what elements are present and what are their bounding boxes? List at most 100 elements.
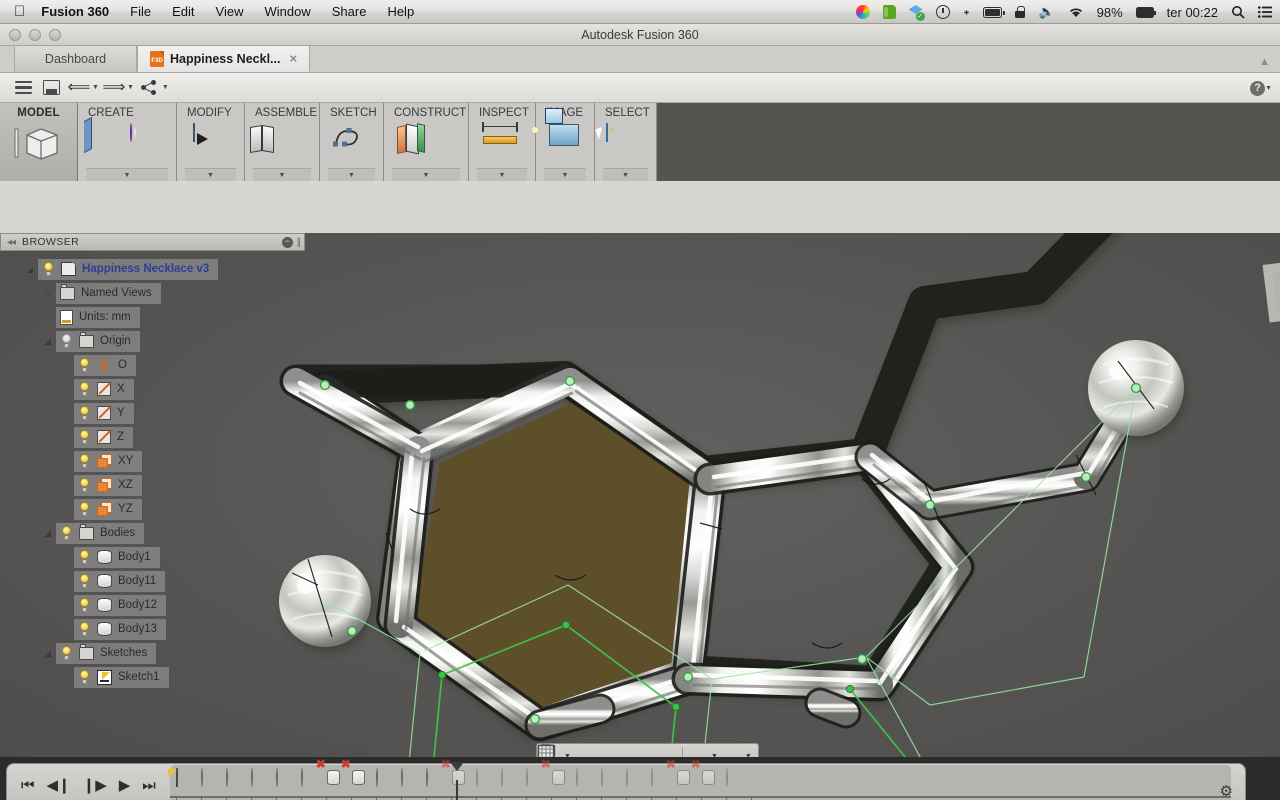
timeline-track[interactable]: ✖ ✖ ✖ ✖ ✖ ✖ xyxy=(169,758,1231,800)
panel-dropdown-image[interactable]: ▼ xyxy=(544,168,586,181)
tree-item-sketches[interactable]: ◢ Sketches xyxy=(0,641,305,665)
timeline-feature-13[interactable] xyxy=(500,768,522,790)
tree-item-pill[interactable]: Body1 xyxy=(74,546,160,568)
press-pull-icon[interactable] xyxy=(191,122,231,164)
tree-item-o[interactable]: O xyxy=(0,353,305,377)
volume-icon[interactable]: 🔈 xyxy=(1038,4,1054,20)
visibility-bulb-icon[interactable] xyxy=(78,502,91,516)
visibility-bulb-icon[interactable] xyxy=(78,430,91,444)
step-forward-icon[interactable]: ❙▶ xyxy=(83,778,107,793)
visibility-bulb-icon[interactable] xyxy=(78,574,91,588)
timeline-feature-2[interactable] xyxy=(225,768,247,790)
notification-center-icon[interactable] xyxy=(1258,6,1272,18)
step-back-icon[interactable]: ◀❙ xyxy=(47,778,71,793)
redo-dropdown-caret[interactable]: ▼ xyxy=(127,84,134,91)
tree-item-xy[interactable]: XY xyxy=(0,449,305,473)
visibility-bulb-icon[interactable] xyxy=(60,646,73,660)
tab-close-icon[interactable]: × xyxy=(289,51,297,66)
panel-dropdown-modify[interactable]: ▼ xyxy=(185,168,236,181)
tree-arrow-expanded[interactable]: ◢ xyxy=(40,649,56,658)
minimize-circle-icon[interactable]: − xyxy=(281,236,293,248)
panel-dropdown-sketch[interactable]: ▼ xyxy=(328,168,375,181)
timeline-feature-21[interactable]: ✖ xyxy=(691,758,722,790)
tree-item-pill[interactable]: Body13 xyxy=(74,618,167,640)
tree-arrow-expanded[interactable]: ◢ xyxy=(40,529,56,538)
timeline-feature-18[interactable] xyxy=(625,768,647,790)
timeline-feature-0[interactable] xyxy=(175,768,197,790)
tree-item-yz[interactable]: YZ xyxy=(0,497,305,521)
timeline-feature-8[interactable] xyxy=(375,768,397,790)
panel-dropdown-create[interactable]: ▼ xyxy=(86,168,168,181)
share-nodes-icon[interactable] xyxy=(136,76,162,100)
menu-window[interactable]: Window xyxy=(264,4,310,19)
timemachine-icon[interactable] xyxy=(935,5,950,19)
tree-item-units-mm[interactable]: Units: mm xyxy=(0,305,305,329)
visibility-bulb-icon[interactable] xyxy=(78,382,91,396)
tree-item-pill[interactable]: Bodies xyxy=(56,522,145,544)
share-dropdown-caret[interactable]: ▼ xyxy=(162,84,169,91)
double-chevron-left-icon[interactable]: ◂◂ xyxy=(7,237,16,248)
menu-share[interactable]: Share xyxy=(332,4,367,19)
tree-item-bodies[interactable]: ◢ Bodies xyxy=(0,521,305,545)
tree-item-happiness-necklace-v3[interactable]: ◢ Happiness Necklace v3 xyxy=(0,257,305,281)
timeline-feature-3[interactable] xyxy=(250,768,272,790)
timeline-feature-6[interactable]: ✖ xyxy=(316,758,347,790)
tree-arrow-collapsed[interactable]: ▷ xyxy=(40,289,56,298)
tree-item-pill[interactable]: Z xyxy=(74,426,134,448)
save-icon[interactable] xyxy=(38,76,64,100)
panel-dropdown-construct[interactable]: ▼ xyxy=(392,168,460,181)
tree-item-pill[interactable]: YZ xyxy=(74,498,142,520)
gear-icon[interactable]: ⚙ xyxy=(1220,782,1233,800)
tree-item-pill[interactable]: Named Views xyxy=(56,282,161,304)
visibility-bulb-icon[interactable] xyxy=(78,598,91,612)
timeline-feature-15[interactable]: ✖ xyxy=(541,758,572,790)
tree-item-pill[interactable]: Origin xyxy=(56,330,140,352)
tree-item-pill[interactable]: Body12 xyxy=(74,594,167,616)
tree-item-pill[interactable]: XZ xyxy=(74,474,142,496)
tree-item-named-views[interactable]: ▷ Named Views xyxy=(0,281,305,305)
bluetooth-icon[interactable]: ᛭ xyxy=(963,5,971,20)
menu-file[interactable]: File xyxy=(130,4,151,19)
zoom-window-button[interactable] xyxy=(49,29,61,41)
colorwheel-icon[interactable] xyxy=(855,5,870,19)
lock-icon[interactable] xyxy=(1015,6,1026,18)
panel-dropdown-assemble[interactable]: ▼ xyxy=(253,168,311,181)
visibility-bulb-icon[interactable] xyxy=(78,406,91,420)
tree-item-y[interactable]: Y xyxy=(0,401,305,425)
dropbox-icon[interactable]: ✓ xyxy=(908,5,925,21)
sketch-spline-icon[interactable] xyxy=(332,124,372,164)
visibility-bulb-icon[interactable] xyxy=(78,454,91,468)
timeline-feature-17[interactable] xyxy=(600,768,622,790)
tree-item-pill[interactable]: O xyxy=(74,354,136,376)
resize-grip-icon[interactable]: || xyxy=(297,237,301,248)
tab-happiness-necklace[interactable]: F3D Happiness Neckl... × xyxy=(137,46,311,72)
undo-dropdown-caret[interactable]: ▼ xyxy=(92,84,99,91)
panel-dropdown-select[interactable]: ▼ xyxy=(603,168,648,181)
charging-icon[interactable] xyxy=(1135,6,1157,18)
skip-to-start-icon[interactable]: ⏮ xyxy=(21,778,35,793)
evernote-icon[interactable] xyxy=(882,5,896,19)
play-icon[interactable]: ▶ xyxy=(119,778,131,793)
tree-item-z[interactable]: Z xyxy=(0,425,305,449)
battery-icon[interactable] xyxy=(983,6,1005,18)
active-app-name[interactable]: Fusion 360 xyxy=(41,4,109,19)
tree-item-sketch1[interactable]: Sketch1 xyxy=(0,665,305,689)
hamburger-menu-icon[interactable] xyxy=(10,76,36,100)
tree-item-pill[interactable]: Happiness Necklace v3 xyxy=(38,258,219,280)
help-dropdown-caret[interactable]: ▼ xyxy=(1265,85,1272,92)
timeline-feature-19[interactable] xyxy=(650,768,672,790)
tree-item-pill[interactable]: XY xyxy=(74,450,143,472)
timeline-feature-14[interactable] xyxy=(525,768,547,790)
visibility-bulb-icon[interactable] xyxy=(60,526,73,540)
menubar-clock[interactable]: ter 00:22 xyxy=(1167,5,1218,20)
close-window-button[interactable] xyxy=(9,29,21,41)
timeline-feature-16[interactable] xyxy=(575,768,597,790)
panel-dropdown-inspect[interactable]: ▼ xyxy=(477,168,527,181)
skip-to-end-icon[interactable]: ⏭ xyxy=(142,778,156,793)
select-window-icon[interactable] xyxy=(594,122,646,164)
tree-item-origin[interactable]: ◢ Origin xyxy=(0,329,305,353)
undo-arrow-icon[interactable]: ⟸ xyxy=(66,76,92,100)
tree-item-pill[interactable]: Units: mm xyxy=(56,306,140,328)
minimize-window-button[interactable] xyxy=(29,29,41,41)
help-question-icon[interactable]: ? xyxy=(1250,80,1266,96)
